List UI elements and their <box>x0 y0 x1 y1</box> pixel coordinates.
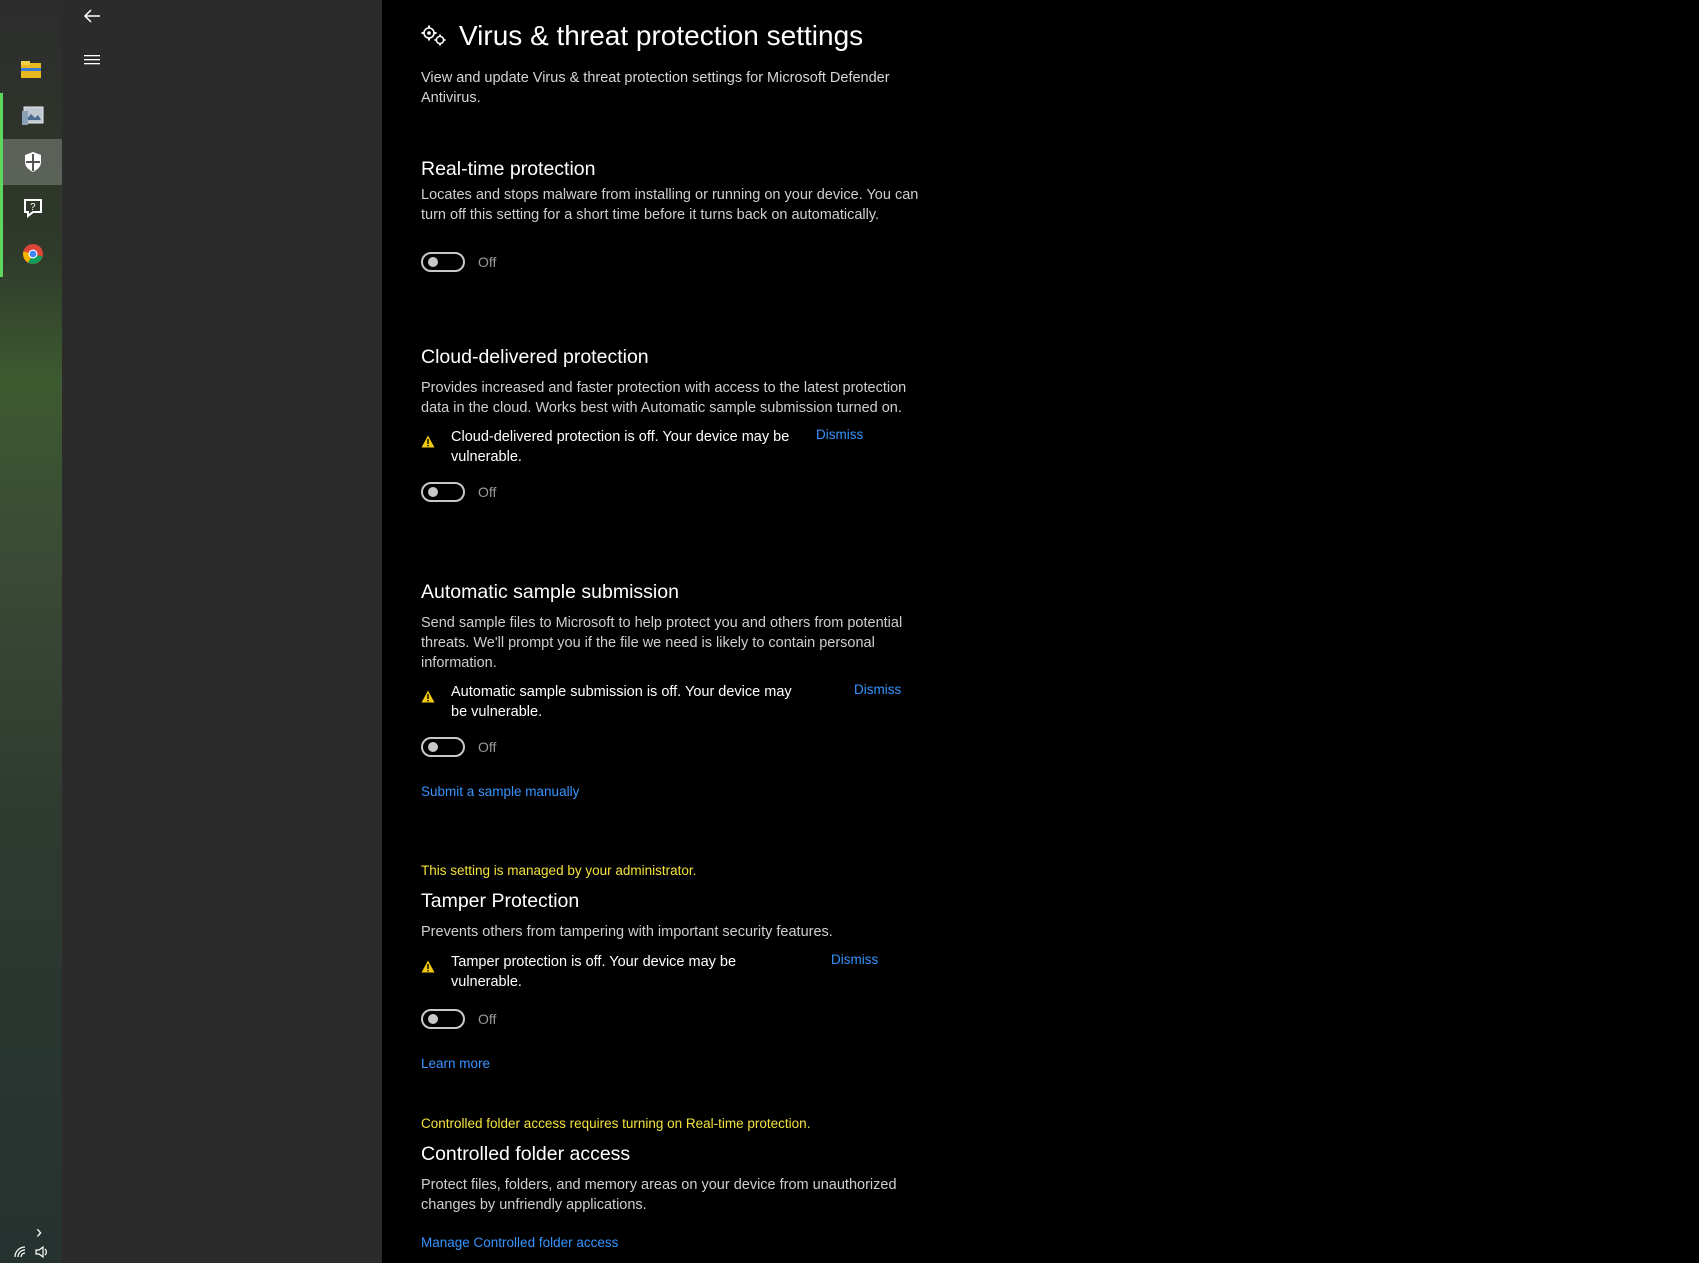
toggle-knob <box>428 257 438 267</box>
toggle-row: Off <box>421 1009 931 1029</box>
back-button[interactable] <box>72 2 112 30</box>
gear-icon <box>421 25 446 46</box>
warning-message: Tamper protection is off. Your device ma… <box>421 952 931 992</box>
toggle-knob <box>428 742 438 752</box>
section-realtime-protection: Real-time protection Locates and stops m… <box>421 158 931 272</box>
taskbar: ? › <box>0 0 62 1263</box>
back-arrow-icon <box>83 9 100 23</box>
volume-icon[interactable] <box>35 1245 51 1259</box>
section-sample-submission: Automatic sample submission Send sample … <box>421 581 931 799</box>
admin-managed-note: This setting is managed by your administ… <box>421 863 697 878</box>
admin-managed-note: Controlled folder access requires turnin… <box>421 1116 811 1131</box>
tamper-protection-toggle[interactable] <box>421 1009 465 1029</box>
section-controlled-folder-access: Controlled folder access requires turnin… <box>421 1116 931 1250</box>
photos-taskbar-button[interactable] <box>0 93 62 139</box>
system-tray[interactable] <box>14 1245 51 1261</box>
toggle-knob <box>428 487 438 497</box>
manage-controlled-folder-access-link[interactable]: Manage Controlled folder access <box>421 1235 931 1250</box>
navigation-pane <box>62 0 382 1263</box>
chrome-icon <box>22 244 43 264</box>
warning-message: Cloud-delivered protection is off. Your … <box>421 427 931 467</box>
section-title: Tamper Protection <box>421 890 580 912</box>
toggle-row: Off <box>421 482 931 502</box>
section-description: Provides increased and faster protection… <box>421 380 907 416</box>
section-title: Real-time protection <box>421 158 596 180</box>
svg-text:?: ? <box>30 202 36 213</box>
page-description: View and update Virus & threat protectio… <box>421 70 890 106</box>
cloud-protection-toggle[interactable] <box>421 482 465 502</box>
feedback-hub-taskbar-button[interactable]: ? <box>0 185 62 231</box>
toggle-row: Off <box>421 737 931 757</box>
toggle-state-label: Off <box>478 484 497 500</box>
page-title: Virus & threat protection settings <box>421 20 863 52</box>
section-description: Send sample files to Microsoft to help p… <box>421 615 903 671</box>
photos-icon <box>21 106 43 125</box>
section-description: Prevents others from tampering with impo… <box>421 924 833 940</box>
toggle-state-label: Off <box>478 254 497 270</box>
dismiss-link[interactable]: Dismiss <box>854 682 901 697</box>
section-title: Automatic sample submission <box>421 581 679 603</box>
toggle-state-label: Off <box>478 739 497 755</box>
section-description: Protect files, folders, and memory areas… <box>421 1177 897 1213</box>
chrome-taskbar-button[interactable] <box>0 231 62 277</box>
show-desktop-chevron-icon[interactable]: › <box>36 1222 42 1243</box>
warning-message: Automatic sample submission is off. Your… <box>421 682 931 722</box>
learn-more-link[interactable]: Learn more <box>421 1056 931 1071</box>
dismiss-link[interactable]: Dismiss <box>831 952 878 967</box>
wifi-icon[interactable] <box>14 1246 28 1258</box>
menu-button[interactable] <box>72 46 112 74</box>
section-title: Controlled folder access <box>421 1143 631 1165</box>
folder-icon <box>21 61 41 78</box>
page-title-text: Virus & threat protection settings <box>459 20 864 51</box>
toggle-row: Off <box>421 252 931 272</box>
section-tamper-protection: This setting is managed by your administ… <box>421 863 931 1071</box>
shield-icon <box>24 152 41 172</box>
toggle-knob <box>428 1014 438 1024</box>
warning-icon <box>421 960 435 973</box>
file-explorer-taskbar-button[interactable] <box>0 47 62 93</box>
windows-security-taskbar-button[interactable] <box>0 139 62 185</box>
warning-text: Cloud-delivered protection is off. Your … <box>451 429 790 465</box>
sample-submission-toggle[interactable] <box>421 737 465 757</box>
warning-text: Automatic sample submission is off. Your… <box>451 684 792 720</box>
feedback-icon: ? <box>23 199 42 219</box>
realtime-protection-toggle[interactable] <box>421 252 465 272</box>
toggle-state-label: Off <box>478 1011 497 1027</box>
section-title: Cloud-delivered protection <box>421 346 649 368</box>
warning-icon <box>421 690 435 703</box>
section-description: Locates and stops malware from installin… <box>421 187 919 223</box>
submit-sample-manually-link[interactable]: Submit a sample manually <box>421 784 931 799</box>
section-cloud-protection: Cloud-delivered protection Provides incr… <box>421 346 931 502</box>
hamburger-icon <box>84 55 100 65</box>
warning-icon <box>421 435 435 448</box>
dismiss-link[interactable]: Dismiss <box>816 427 863 442</box>
warning-text: Tamper protection is off. Your device ma… <box>451 954 737 990</box>
